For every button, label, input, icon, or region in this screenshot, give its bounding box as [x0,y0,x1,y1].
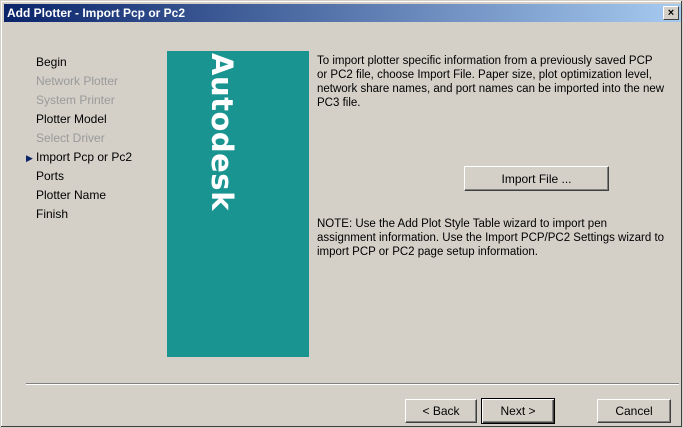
step-ports: Ports [36,169,65,183]
step-plotter-model: Plotter Model [36,112,107,126]
title-bar[interactable]: Add Plotter - Import Pcp or Pc2 × [4,4,681,22]
wizard-steps: Begin Network Plotter System Printer Plo… [26,53,132,224]
step-network-plotter: Network Plotter [36,74,119,88]
close-button[interactable]: × [663,6,679,20]
step-import-pcp: ▶ Import Pcp or Pc2 [26,148,132,167]
import-note: NOTE: Use the Add Plot Style Table wizar… [317,218,665,258]
current-step-arrow-icon: ▶ [26,153,33,163]
autodesk-banner: Autodesk [167,51,309,357]
step-select-driver: Select Driver [36,131,105,145]
window-title: Add Plotter - Import Pcp or Pc2 [7,6,186,20]
footer-separator [26,383,679,385]
close-icon: × [667,6,675,19]
import-description: To import plotter specific information f… [317,55,665,109]
step-finish: Finish [36,207,69,221]
autodesk-logo: Autodesk [205,53,239,211]
back-button[interactable]: < Back [405,399,477,423]
cancel-button[interactable]: Cancel [597,399,671,423]
step-plotter-name: Plotter Name [36,188,107,202]
import-file-button[interactable]: Import File ... [464,166,609,191]
next-button[interactable]: Next > [481,398,555,424]
step-begin: Begin [36,55,67,69]
step-system-printer: System Printer [36,93,115,107]
add-plotter-dialog: Add Plotter - Import Pcp or Pc2 × Begin … [0,0,683,428]
